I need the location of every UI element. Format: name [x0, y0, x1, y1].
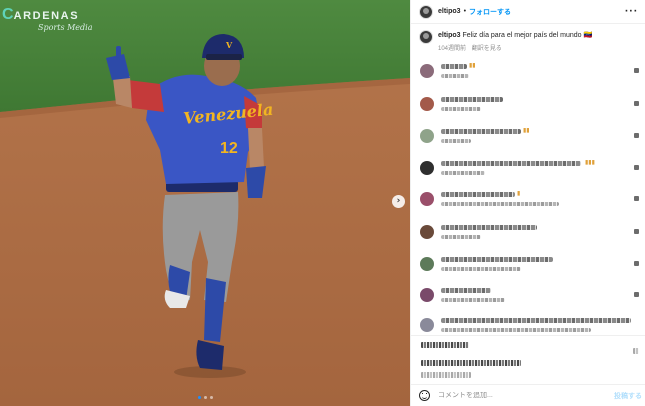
- comment-text-pixelated: [441, 161, 581, 166]
- emoji-icon: ▮▮: [469, 63, 476, 69]
- carousel-dot: [198, 396, 201, 399]
- comment-item: [411, 255, 645, 285]
- comment-meta-pixelated: [441, 139, 471, 143]
- follow-button[interactable]: フォローする: [469, 7, 511, 17]
- comment-meta-pixelated: [441, 107, 481, 111]
- post-header: eltipo3 • フォローする ···: [411, 0, 645, 24]
- post-caption: eltipo3 Feliz día para el mejor país del…: [411, 30, 645, 52]
- action-icons-pixelated[interactable]: [421, 342, 469, 348]
- likes-count-pixelated: [421, 360, 521, 366]
- like-comment-icon[interactable]: [634, 165, 639, 170]
- comment-avatar[interactable]: [420, 257, 434, 271]
- comment-avatar[interactable]: [420, 225, 434, 239]
- like-comment-icon[interactable]: [634, 101, 639, 106]
- comment-avatar[interactable]: [420, 318, 434, 332]
- comment-avatar[interactable]: [420, 97, 434, 111]
- comment-text-pixelated: [441, 257, 553, 262]
- post-time[interactable]: 104週間前: [438, 46, 466, 52]
- like-comment-icon[interactable]: [634, 261, 639, 266]
- comment-meta-pixelated: [441, 74, 469, 78]
- comment-avatar[interactable]: [420, 129, 434, 143]
- like-comment-icon[interactable]: [634, 133, 639, 138]
- watermark-subtitle: Sports Media: [38, 23, 93, 32]
- comment-meta-pixelated: [441, 235, 481, 239]
- comment-text-pixelated: [441, 225, 537, 230]
- comment-avatar[interactable]: [420, 64, 434, 78]
- caption-avatar[interactable]: [419, 30, 433, 44]
- carousel-dot: [210, 396, 213, 399]
- comment-meta-pixelated: [441, 298, 505, 302]
- next-photo-button[interactable]: ›: [392, 195, 405, 208]
- comment-item: ▮▮▮: [411, 159, 645, 189]
- watermark-title: ARDENAS: [13, 10, 80, 22]
- add-comment-bar: 投稿する: [411, 384, 645, 406]
- comment-item: [411, 95, 645, 125]
- caption-text: Feliz día para el mejor país del mundo 🇻…: [462, 32, 593, 39]
- carousel-dot: [204, 396, 207, 399]
- comment-avatar[interactable]: [420, 192, 434, 206]
- like-comment-icon[interactable]: [634, 229, 639, 234]
- post-actions-pixelated: [411, 335, 645, 381]
- comment-item: [411, 223, 645, 253]
- bookmark-icon[interactable]: [633, 348, 639, 354]
- comment-item: [411, 286, 645, 316]
- like-comment-icon[interactable]: [634, 68, 639, 73]
- post-comment-button[interactable]: 投稿する: [614, 391, 642, 401]
- avatar[interactable]: [419, 4, 433, 19]
- comment-item: ▮▮: [411, 62, 645, 92]
- like-comment-icon[interactable]: [634, 292, 639, 297]
- post-photo[interactable]: Venezuela 12 V CARDENAS Sports Media ›: [0, 0, 410, 406]
- comment-text-pixelated: [441, 129, 521, 134]
- comment-item: ▮: [411, 190, 645, 220]
- cardenas-watermark: CARDENAS Sports Media: [2, 6, 92, 32]
- emoji-smile-icon[interactable]: [419, 390, 430, 401]
- watermark-logo-c: C: [2, 6, 14, 23]
- comment-meta-pixelated: [441, 267, 521, 271]
- more-options-icon[interactable]: ···: [625, 7, 638, 17]
- comment-avatar[interactable]: [420, 161, 434, 175]
- baseball-player-image: Venezuela 12 V: [0, 0, 410, 406]
- comment-text-pixelated: [441, 288, 491, 293]
- comment-item: ▮▮: [411, 127, 645, 157]
- post-side-panel: eltipo3 • フォローする ··· eltipo3 Feliz día p…: [410, 0, 645, 406]
- comment-text-pixelated: [441, 64, 467, 69]
- carousel-indicator: [198, 396, 213, 399]
- emoji-icon: ▮: [517, 191, 521, 197]
- post-date-pixelated: [421, 372, 471, 378]
- comment-text-pixelated: [441, 97, 503, 102]
- header-username[interactable]: eltipo3: [438, 8, 461, 15]
- chevron-right-icon: ›: [396, 196, 401, 206]
- comment-avatar[interactable]: [420, 288, 434, 302]
- comment-text-pixelated: [441, 318, 631, 323]
- caption-username[interactable]: eltipo3: [438, 32, 461, 39]
- separator-dot: •: [463, 8, 467, 15]
- comment-meta-pixelated: [441, 328, 591, 332]
- translate-link[interactable]: 翻訳を見る: [472, 46, 502, 52]
- emoji-icon: ▮▮▮: [585, 160, 595, 166]
- jersey-number: 12: [220, 140, 238, 157]
- comment-meta-pixelated: [441, 171, 485, 175]
- comment-input[interactable]: [438, 392, 608, 399]
- emoji-icon: ▮▮: [523, 128, 530, 134]
- comment-meta-pixelated: [441, 202, 559, 206]
- comment-text-pixelated: [441, 192, 515, 197]
- like-comment-icon[interactable]: [634, 196, 639, 201]
- helmet-logo: V: [225, 40, 233, 50]
